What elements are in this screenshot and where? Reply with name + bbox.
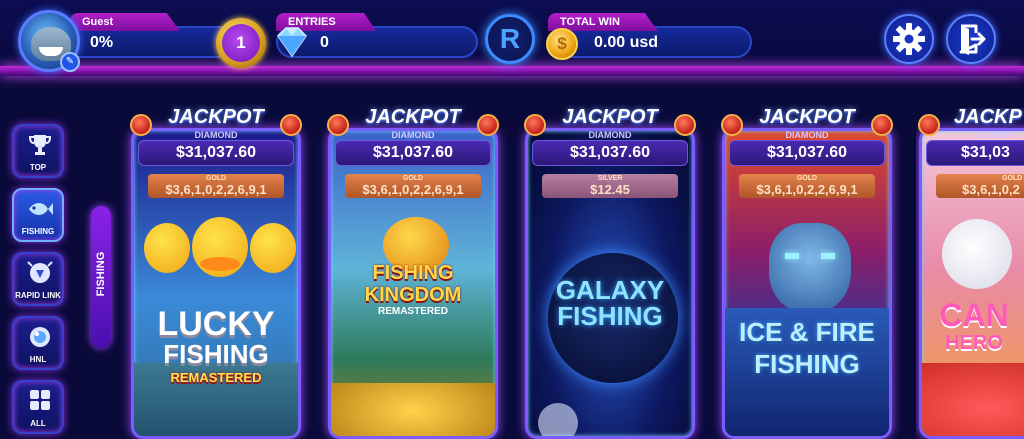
silver-jackpot-box: SILVER $12.45 bbox=[542, 174, 678, 198]
diamond-jackpot-value: $31,037.60 bbox=[335, 140, 491, 166]
sidebar-item-hnl[interactable]: HNL bbox=[12, 316, 64, 370]
gear-icon bbox=[893, 23, 925, 55]
player-progress-percent: 0% bbox=[90, 34, 114, 51]
rapid-link-icon bbox=[27, 261, 53, 283]
jackpot-label: JACKPOT bbox=[562, 106, 658, 128]
game-title-line1: CAN bbox=[939, 297, 1009, 333]
category-tab-fishing[interactable]: FISHING bbox=[91, 206, 111, 348]
total-win-label: TOTAL WIN bbox=[560, 16, 620, 28]
fishing-kingdom-artwork bbox=[331, 213, 495, 436]
sidebar-item-top[interactable]: TOP bbox=[12, 124, 64, 178]
game-card-candy-hero[interactable]: CAN HERO JACKP DIAMON $31,03 GOLD $3,6,1… bbox=[916, 108, 1024, 439]
gold-jackpot-value: $3,6,1,0,2,2,6,9,1 bbox=[362, 182, 464, 197]
gold-jackpot-box: GOLD $3,6,1,0,2,2,6,9,1 bbox=[739, 174, 875, 198]
diamond-jackpot-value: $31,037.60 bbox=[138, 140, 294, 166]
diamond-jackpot-value: $31,037.60 bbox=[729, 140, 885, 166]
gold-jackpot-box: GOLD $3,6,1,0,2,2,6,9,1 bbox=[148, 174, 284, 198]
player-name-tab: Guest bbox=[70, 13, 180, 31]
top-bar-divider bbox=[0, 66, 1024, 76]
trophy-icon bbox=[28, 135, 52, 155]
diamond-label: DIAMON bbox=[978, 130, 1015, 140]
game-title-line2: HERO bbox=[945, 332, 1003, 354]
game-card-galaxy-fishing[interactable]: GALAXY FISHING JACKPOT DIAMOND $31,037.6… bbox=[522, 106, 698, 439]
sidebar-item-label: FISHING bbox=[21, 227, 55, 236]
gold-jackpot-value: $3,6,1,0,2 bbox=[962, 182, 1020, 197]
game-card-fishing-kingdom[interactable]: FISHING KINGDOM REMASTERED JACKPOT DIAMO… bbox=[325, 106, 501, 439]
silver-jackpot-value: $12.45 bbox=[590, 182, 630, 197]
gold-jackpot-value: $3,6,1,0,2,2,6,9,1 bbox=[165, 182, 267, 197]
game-title-line3: REMASTERED bbox=[170, 370, 262, 385]
edit-avatar-icon[interactable]: ✎ bbox=[60, 52, 80, 72]
player-name: Guest bbox=[82, 16, 114, 28]
diamond-jackpot-value: $31,03 bbox=[926, 140, 1024, 166]
game-title-line2: FISHING bbox=[557, 301, 663, 331]
diamond-label: DIAMOND bbox=[391, 130, 435, 140]
jackpot-label: JACKPOT bbox=[168, 106, 264, 128]
game-title-line1: FISHING bbox=[372, 262, 454, 284]
settings-button[interactable] bbox=[884, 14, 934, 64]
jackpot-label: JACKP bbox=[954, 108, 1022, 128]
category-tab-label: FISHING bbox=[95, 251, 107, 297]
jackpot-label: JACKPOT bbox=[759, 106, 855, 128]
sidebar-item-rapid-link[interactable]: RAPID LINK bbox=[12, 252, 64, 306]
diamond-label: DIAMOND bbox=[588, 130, 632, 140]
gold-jackpot-value: $3,6,1,0,2,2,6,9,1 bbox=[756, 182, 858, 197]
exit-icon bbox=[959, 24, 986, 55]
coin-icon: $ bbox=[546, 28, 578, 60]
game-title-line2: FISHING bbox=[163, 339, 269, 369]
sidebar-item-fishing[interactable]: FISHING bbox=[12, 188, 64, 242]
level-badge: 1 bbox=[216, 18, 266, 68]
total-win-value: 0.00 usd bbox=[594, 34, 659, 51]
fish-icon bbox=[29, 203, 53, 215]
game-title-line3: REMASTERED bbox=[377, 306, 448, 317]
game-title-line2: KINGDOM bbox=[364, 284, 462, 306]
grid-icon bbox=[30, 390, 50, 410]
gold-jackpot-box: GOLD $3,6,1,0,2,2,6,9,1 bbox=[345, 174, 481, 198]
r-button[interactable]: R bbox=[485, 14, 535, 64]
game-title-line1: ICE & FIRE bbox=[739, 317, 875, 347]
sidebar-item-label: ALL bbox=[30, 419, 46, 428]
game-title-line1: LUCKY bbox=[157, 305, 275, 343]
sidebar-item-label: TOP bbox=[29, 163, 47, 172]
gold-jackpot-box: GOLD $3,6,1,0,2 bbox=[936, 174, 1024, 198]
exit-button[interactable] bbox=[946, 14, 996, 64]
game-card-lucky-fishing[interactable]: LUCKY FISHING REMASTERED JACKPOT DIAMOND… bbox=[128, 106, 304, 439]
sidebar-item-label: HNL bbox=[29, 355, 47, 364]
sidebar-item-label: RAPID LINK bbox=[15, 291, 61, 300]
game-title-line2: FISHING bbox=[754, 349, 860, 379]
level-value: 1 bbox=[222, 24, 260, 62]
game-title-line1: GALAXY bbox=[555, 275, 665, 305]
game-card-ice-fire-fishing[interactable]: ICE & FIRE FISHING JACKPOT DIAMOND $31,0… bbox=[719, 106, 895, 439]
sidebar-item-all[interactable]: ALL bbox=[12, 380, 64, 434]
diamond-label: DIAMOND bbox=[194, 130, 238, 140]
diamond-label: DIAMOND bbox=[785, 130, 829, 140]
diamond-icon bbox=[277, 27, 307, 58]
diamond-jackpot-value: $31,037.60 bbox=[532, 140, 688, 166]
jackpot-label: JACKPOT bbox=[365, 106, 461, 128]
hnl-icon bbox=[30, 327, 50, 347]
entries-value: 0 bbox=[320, 34, 329, 51]
